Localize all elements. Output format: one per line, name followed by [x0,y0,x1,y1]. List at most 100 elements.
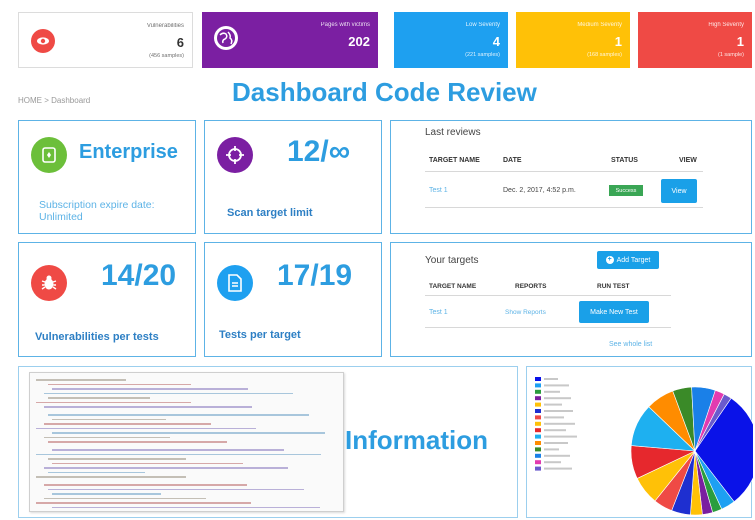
pie-chart [535,377,755,516]
stat-title: Medium Severity [577,22,622,28]
vulnerabilities-value: 14/20 [101,259,177,292]
legend-label-line [544,416,564,419]
tests-value: 17/19 [277,259,353,292]
pie-chart-panel [526,366,755,518]
code-line [44,436,170,438]
legend-label-line [544,454,570,457]
code-line [48,383,191,385]
legend-label-line [544,448,559,451]
stat-sub: (1 sample) [718,52,744,58]
legend-label-line [544,442,568,444]
target-link[interactable]: Test 1 [429,309,448,316]
document-icon [217,265,253,301]
stat-sub: (456 samples) [149,53,184,59]
plan-caption: Subscription expire date: Unlimited [39,199,155,223]
information-label: Information [345,425,488,455]
stat-value: 1 [736,34,744,49]
view-button[interactable]: View [661,179,697,203]
legend-label-line [544,422,575,425]
your-targets-panel: Your targets + Add Target TARGET NAME RE… [390,242,752,357]
tests-card: 17/19 Tests per target [204,242,382,357]
stat-value: 6 [176,35,184,50]
code-line [52,449,284,451]
code-line [36,401,191,403]
scan-limit-card: 12/∞ Scan target limit [204,120,382,234]
stat-value: 1 [614,34,622,49]
legend-label-line [544,461,561,464]
code-line [48,471,145,473]
plus-icon: + [605,256,614,264]
code-line [52,493,161,495]
legend-label-line [544,384,569,387]
stat-value: 202 [348,34,370,49]
code-line [48,458,186,460]
legend-label-line [544,429,566,432]
legend-label-line [544,410,573,412]
breadcrumb[interactable]: HOME > Dashboard [18,96,90,105]
add-target-button[interactable]: + Add Target [597,251,659,269]
code-line [36,476,186,478]
code-line [36,379,126,381]
information-panel: Information [18,366,518,518]
stat-vulnerabilities: Vulnerabilities 6 (456 samples) [18,12,193,68]
add-target-label: Add Target [616,256,651,264]
legend-swatch [535,383,541,388]
legend-swatch [535,453,541,458]
make-new-test-button[interactable]: Make New Test [579,301,649,323]
code-line [52,388,248,390]
divider [425,171,703,172]
legend-swatch [535,447,541,452]
legend-swatch [535,415,541,420]
see-whole-list-link[interactable]: See whole list [609,341,652,348]
stat-title: Low Severity [465,22,500,28]
legend-label-line [544,435,577,438]
vulnerabilities-caption: Vulnerabilities per tests [35,331,159,343]
code-line [36,502,251,504]
code-line [44,467,288,469]
legend-label-line [544,390,560,393]
vulnerabilities-card: 14/20 Vulnerabilities per tests [18,242,196,357]
status-badge: Success [609,185,643,196]
stat-title: Vulnerabilities [146,23,184,29]
legend-label-line [544,467,572,470]
code-line [52,432,325,434]
code-line [44,392,293,394]
bug-icon [31,265,67,301]
stat-sub: (168 samples) [587,52,622,58]
column-header: VIEW [679,157,697,164]
code-line [48,414,309,416]
code-line [44,406,252,408]
legend-label-line [544,403,562,406]
stat-low-severity: Low Severity 4 (221 samples) [394,12,508,68]
legend-swatch [535,377,541,381]
legend-label-line [544,378,558,380]
legend-swatch [535,409,541,413]
show-reports-link[interactable]: Show Reports [505,309,546,316]
last-reviews-panel: Last reviews TARGET NAME DATE STATUS VIE… [390,120,752,234]
code-line [52,418,166,420]
column-header: STATUS [611,157,638,164]
stat-value: 4 [492,34,500,49]
legend-swatch [535,396,541,401]
license-icon [31,137,67,173]
code-line [44,484,247,486]
stat-title: High Severity [708,22,744,28]
stat-high-severity: High Severity 1 (1 sample) [638,12,752,68]
panel-title: Your targets [425,255,479,266]
legend-swatch [535,389,541,394]
stat-pages-with-victims: Pages with victims 202 [202,12,378,68]
panel-title: Last reviews [425,127,481,138]
target-link[interactable]: Test 1 [429,187,448,194]
code-line [52,462,243,464]
code-line [36,453,321,455]
code-document-thumbnail [29,372,344,512]
scan-limit-value: 12/∞ [287,135,351,168]
eye-icon [31,29,55,53]
column-header: DATE [503,157,522,164]
column-header: REPORTS [515,283,547,290]
divider [425,295,671,296]
legend-swatch [535,441,541,445]
divider [425,207,703,208]
stat-sub: (221 samples) [465,52,500,58]
legend-label-line [544,397,571,400]
